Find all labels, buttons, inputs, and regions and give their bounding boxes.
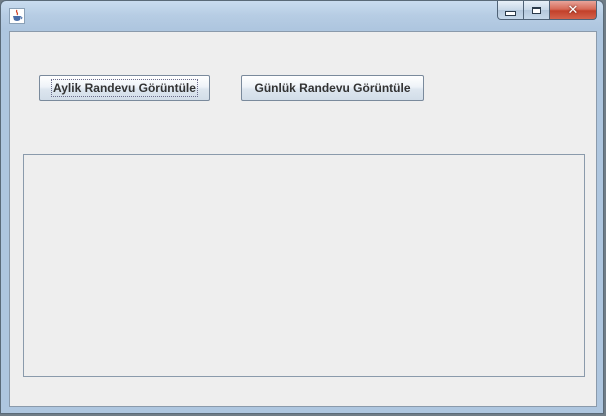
maximize-icon bbox=[532, 6, 541, 14]
content-pane: Aylik Randevu Görüntüle Günlük Randevu G… bbox=[9, 31, 597, 407]
window-controls: ✕ bbox=[497, 1, 597, 21]
java-cup-icon[interactable] bbox=[9, 8, 25, 24]
close-button[interactable]: ✕ bbox=[550, 1, 597, 20]
minimize-button[interactable] bbox=[497, 1, 524, 20]
minimize-icon bbox=[505, 10, 516, 16]
close-icon: ✕ bbox=[567, 2, 579, 18]
monthly-appointments-button-label: Aylik Randevu Görüntüle bbox=[51, 79, 198, 97]
appointments-display-panel bbox=[23, 154, 585, 377]
title-bar[interactable]: ✕ bbox=[1, 1, 603, 29]
daily-appointments-button[interactable]: Günlük Randevu Görüntüle bbox=[241, 75, 424, 101]
daily-appointments-button-label: Günlük Randevu Görüntüle bbox=[254, 81, 411, 95]
monthly-appointments-button[interactable]: Aylik Randevu Görüntüle bbox=[39, 75, 210, 101]
maximize-button[interactable] bbox=[524, 1, 550, 20]
application-window: ✕ Aylik Randevu Görüntüle Günlük Randevu… bbox=[0, 0, 604, 414]
